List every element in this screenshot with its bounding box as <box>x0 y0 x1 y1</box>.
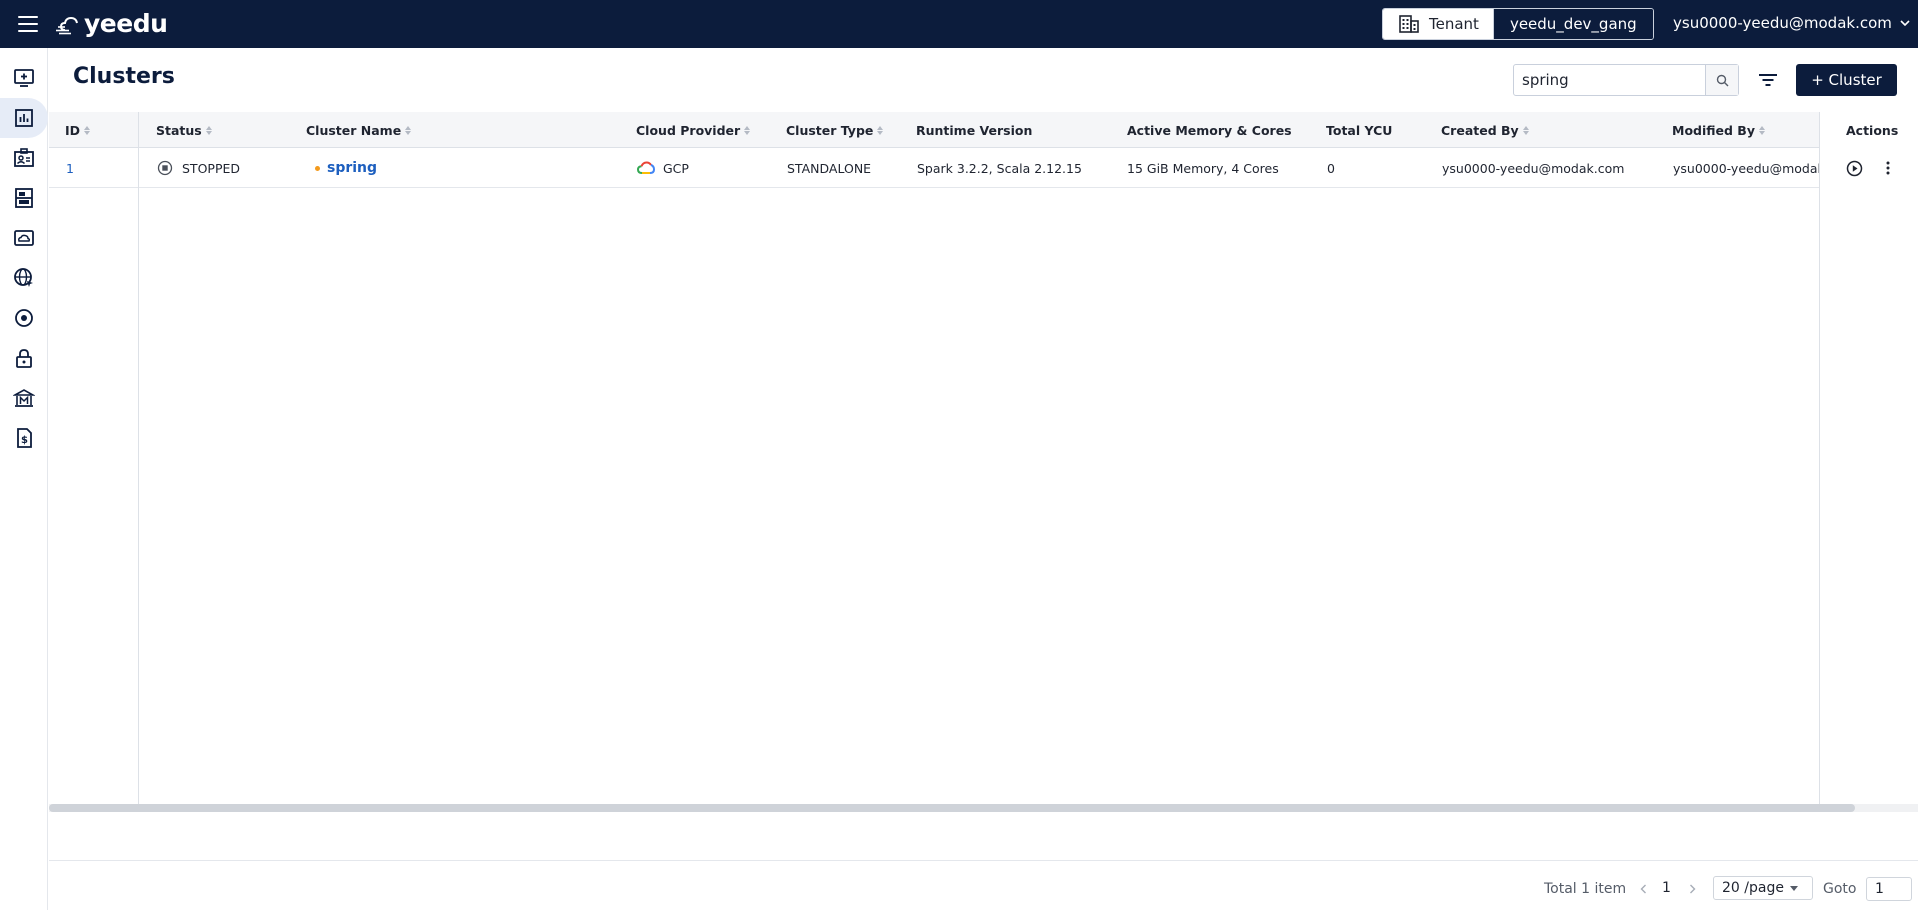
caret-down-icon <box>1789 885 1798 891</box>
more-vertical-icon <box>1886 161 1890 175</box>
cell-created-by: ysu0000-yeedu@modak.com <box>1442 160 1625 176</box>
page-size-select[interactable]: 20 /page <box>1713 876 1813 900</box>
sort-icon[interactable] <box>1522 125 1529 135</box>
sort-icon[interactable] <box>1758 125 1765 135</box>
building-icon <box>1399 15 1419 33</box>
chevron-right-icon <box>1690 884 1696 894</box>
goto-page-input[interactable] <box>1866 877 1912 901</box>
add-cluster-button[interactable]: + Cluster <box>1796 64 1897 96</box>
cloud-drive-icon <box>14 230 34 246</box>
tenant-switcher[interactable]: Tenant yeedu_dev_gang <box>1382 8 1654 40</box>
user-menu[interactable]: ysu0000-yeedu@modak.com <box>1673 14 1910 32</box>
next-page-button[interactable] <box>1689 876 1696 902</box>
sort-icon[interactable] <box>877 125 884 135</box>
top-bar: yeedu Tenant yeedu_dev_gang ysu0000-yeed… <box>0 0 1918 48</box>
tenant-name[interactable]: yeedu_dev_gang <box>1493 9 1653 39</box>
col-header-cluster-type[interactable]: Cluster Type <box>786 112 884 148</box>
filter-button[interactable] <box>1756 68 1780 92</box>
search-input[interactable] <box>1514 65 1705 95</box>
lock-icon <box>16 349 32 368</box>
logo-text: yeedu <box>84 9 168 38</box>
status-dot <box>315 165 320 171</box>
sidebar: $ <box>0 48 48 910</box>
column-divider <box>138 112 139 804</box>
sidebar-item-network[interactable] <box>0 258 48 298</box>
cell-status: STOPPED <box>157 148 240 188</box>
col-header-cloud-provider[interactable]: Cloud Provider <box>636 112 751 148</box>
cell-memory-cores: 15 GiB Memory, 4 Cores <box>1127 160 1279 176</box>
sidebar-item-storage[interactable] <box>0 218 48 258</box>
sort-icon[interactable] <box>84 125 91 135</box>
goto-label: Goto <box>1823 881 1857 897</box>
search-icon <box>1716 74 1728 86</box>
cell-cluster-name: spring <box>315 148 377 188</box>
hamburger-menu-icon[interactable] <box>18 16 38 32</box>
total-items-text: Total 1 item <box>1544 881 1627 897</box>
user-email: ysu0000-yeedu@modak.com <box>1673 14 1892 32</box>
col-header-id[interactable]: ID <box>65 112 91 148</box>
cell-runtime-version: Spark 3.2.2, Scala 2.12.15 <box>917 160 1082 176</box>
cluster-name-link[interactable]: spring <box>327 160 377 176</box>
scrollbar-thumb[interactable] <box>49 804 1855 812</box>
clusters-table: ID Status Cluster Name Cloud Provider Cl… <box>49 112 1918 804</box>
horizontal-scrollbar[interactable] <box>49 804 1918 812</box>
billing-document-icon: $ <box>17 428 32 448</box>
prev-page-button[interactable] <box>1640 876 1647 902</box>
sidebar-item-machines[interactable] <box>0 178 48 218</box>
col-header-total-ycu: Total YCU <box>1326 122 1393 138</box>
search-button[interactable] <box>1705 65 1738 95</box>
sort-icon[interactable] <box>205 125 212 135</box>
table-header: ID Status Cluster Name Cloud Provider Cl… <box>49 112 1918 148</box>
more-actions-button[interactable] <box>1879 159 1897 177</box>
cell-id: 1 <box>66 160 74 176</box>
col-header-actions: Actions <box>1846 122 1899 138</box>
server-rack-icon <box>15 188 33 208</box>
cell-modified-by: ysu0000-yeedu@modak.com <box>1673 160 1819 176</box>
start-cluster-button[interactable] <box>1845 159 1863 177</box>
cell-cluster-type: STANDALONE <box>787 160 872 176</box>
cloud-logo-icon <box>56 16 78 34</box>
footer-divider <box>49 860 1918 861</box>
chevron-left-icon <box>1640 884 1646 894</box>
bank-building-icon <box>13 389 35 407</box>
sort-icon[interactable] <box>744 125 751 135</box>
globe-cursor-icon <box>14 268 33 287</box>
sidebar-item-billing[interactable]: $ <box>0 418 48 458</box>
sidebar-item-monitoring[interactable] <box>0 298 48 338</box>
column-divider <box>1819 112 1820 804</box>
sidebar-item-management[interactable] <box>0 378 48 418</box>
page-number-current[interactable]: 1 <box>1662 880 1671 896</box>
tenant-button[interactable]: Tenant <box>1383 9 1494 39</box>
monitor-plus-icon <box>14 69 34 87</box>
target-circle-icon <box>15 309 33 327</box>
gcp-cloud-icon <box>637 161 655 174</box>
col-header-runtime-version: Runtime Version <box>916 122 1033 138</box>
sidebar-item-credentials[interactable] <box>0 138 48 178</box>
search-box <box>1513 64 1739 96</box>
page-title: Clusters <box>73 64 175 89</box>
sidebar-item-security[interactable] <box>0 338 48 378</box>
actions-column: Actions <box>1820 112 1918 804</box>
filter-icon <box>1759 74 1777 86</box>
sort-icon[interactable] <box>405 125 412 135</box>
yeedu-logo[interactable]: yeedu <box>56 9 168 38</box>
col-header-modified-by[interactable]: Modified By <box>1672 112 1765 148</box>
col-header-cluster-name[interactable]: Cluster Name <box>306 112 412 148</box>
svg-text:$: $ <box>21 435 28 446</box>
cell-total-ycu: 0 <box>1327 160 1335 176</box>
tenant-label: Tenant <box>1429 15 1479 33</box>
col-header-status[interactable]: Status <box>156 112 212 148</box>
id-card-icon <box>14 148 34 167</box>
play-circle-icon <box>1846 160 1862 176</box>
chevron-down-icon <box>1900 20 1910 26</box>
sidebar-item-workspace[interactable] <box>0 58 48 98</box>
col-header-memory-cores: Active Memory & Cores <box>1127 122 1292 138</box>
col-header-created-by[interactable]: Created By <box>1441 112 1529 148</box>
main-content: Clusters + Cluster ID Status Cluster Nam… <box>49 48 1918 910</box>
table-row: 1 STOPPED spring GCP STANDALONE Spark 3.… <box>49 148 1869 188</box>
cell-cloud-provider: GCP <box>637 148 689 188</box>
stopped-status-icon <box>157 160 173 176</box>
bar-chart-icon <box>15 109 33 127</box>
sidebar-item-clusters[interactable] <box>0 98 48 138</box>
